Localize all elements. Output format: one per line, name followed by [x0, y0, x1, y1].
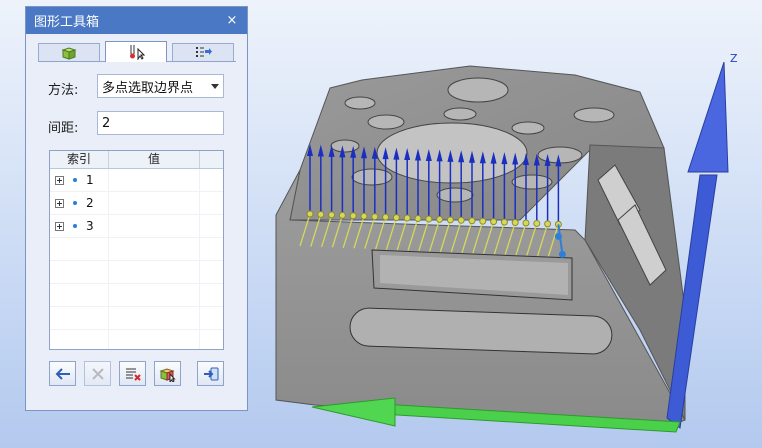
- top-hole: [330, 139, 360, 153]
- expand-icon[interactable]: [55, 175, 64, 185]
- probe-point[interactable]: [414, 215, 422, 222]
- probe-point[interactable]: [382, 213, 390, 221]
- row-value: [109, 169, 200, 191]
- probe-point[interactable]: [306, 210, 314, 218]
- expand-icon[interactable]: [55, 198, 64, 208]
- probe-point[interactable]: [349, 212, 357, 220]
- points-table: 索引 值 1 2 3: [49, 150, 224, 350]
- selected-point[interactable]: [558, 250, 566, 258]
- top-hole: [447, 77, 509, 103]
- top-hole: [344, 96, 376, 110]
- delete-x-icon: [91, 367, 104, 380]
- method-label: 方法:: [48, 83, 79, 98]
- row-index: 2: [86, 196, 94, 210]
- back-arrow-icon: [55, 367, 70, 380]
- table-row-empty: [50, 330, 223, 349]
- top-hole: [573, 107, 615, 123]
- point-marker-icon: [73, 201, 77, 205]
- probe-point[interactable]: [479, 217, 487, 225]
- row-index: 3: [86, 219, 94, 233]
- spacing-label: 间距:: [48, 121, 79, 136]
- row-value: [109, 215, 200, 237]
- tab-bar: [38, 41, 236, 62]
- method-select[interactable]: 多点选取边界点: [97, 74, 224, 98]
- row-index: 1: [86, 173, 94, 187]
- point-marker-icon: [73, 224, 77, 228]
- graphics-toolbox-panel: 图形工具箱 × 方法: 多点选取边界点 间距: 2 索引 值 1 2 3: [25, 6, 248, 411]
- probe-point[interactable]: [392, 214, 400, 222]
- z-axis-arrowhead: [687, 61, 729, 173]
- back-button[interactable]: [49, 361, 76, 386]
- probe-point[interactable]: [490, 218, 498, 226]
- clear-list-icon: [125, 368, 141, 381]
- table-row-empty: [50, 284, 223, 307]
- probe-point[interactable]: [425, 215, 433, 223]
- panel-toolbar: [49, 361, 224, 388]
- expand-icon[interactable]: [55, 221, 64, 231]
- probe-point[interactable]: [446, 216, 454, 224]
- top-hole: [537, 146, 583, 164]
- probe-point[interactable]: [533, 219, 541, 227]
- probe-point[interactable]: [500, 218, 508, 226]
- probe-point[interactable]: [436, 215, 444, 223]
- select-solid-icon: [158, 367, 176, 382]
- point-marker-icon: [73, 178, 77, 182]
- probe-point[interactable]: [511, 219, 519, 227]
- close-button[interactable]: ×: [225, 13, 239, 28]
- chevron-down-icon: [211, 83, 219, 89]
- top-hole: [511, 174, 553, 190]
- top-hole: [367, 114, 405, 130]
- header-index: 索引: [50, 151, 109, 168]
- probe-point[interactable]: [544, 220, 552, 228]
- top-hole: [436, 187, 474, 203]
- probe-point[interactable]: [457, 216, 465, 224]
- table-row[interactable]: 1: [50, 169, 223, 192]
- table-row-empty: [50, 261, 223, 284]
- pick-points-icon: [130, 45, 145, 60]
- delete-button[interactable]: [84, 361, 111, 386]
- header-value: 值: [109, 151, 200, 168]
- probe-point[interactable]: [360, 212, 368, 220]
- clear-list-button[interactable]: [119, 361, 146, 386]
- table-row[interactable]: 3: [50, 215, 223, 238]
- probe-point[interactable]: [468, 217, 476, 225]
- method-value: 多点选取边界点: [102, 80, 194, 96]
- table-row[interactable]: 2: [50, 192, 223, 215]
- solid-box-icon: [61, 46, 77, 60]
- tab-solid[interactable]: [38, 43, 100, 61]
- probe-point[interactable]: [338, 211, 346, 219]
- table-header: 索引 值: [50, 151, 223, 169]
- top-hole: [511, 121, 545, 135]
- tab-pick-points[interactable]: [105, 41, 167, 62]
- table-row-empty: [50, 307, 223, 330]
- top-hole: [443, 107, 477, 121]
- selected-point[interactable]: [554, 232, 562, 240]
- z-axis-label: Z: [730, 52, 738, 65]
- probe-point[interactable]: [317, 210, 325, 218]
- probe-point[interactable]: [328, 211, 336, 219]
- select-solid-button[interactable]: [154, 361, 181, 386]
- list-arrow-icon: [196, 46, 212, 57]
- probe-point[interactable]: [522, 219, 530, 227]
- row-value: [109, 192, 200, 214]
- probe-point[interactable]: [371, 213, 379, 221]
- panel-title: 图形工具箱: [34, 15, 100, 30]
- spacing-value: 2: [102, 115, 111, 131]
- export-button[interactable]: [197, 361, 224, 386]
- export-icon: [203, 367, 218, 380]
- table-row-empty: [50, 238, 223, 261]
- panel-title-bar: 图形工具箱 ×: [26, 7, 247, 34]
- probe-point[interactable]: [403, 214, 411, 222]
- header-filler: [200, 151, 223, 168]
- spacing-input[interactable]: 2: [97, 111, 224, 135]
- tab-list[interactable]: [172, 43, 234, 61]
